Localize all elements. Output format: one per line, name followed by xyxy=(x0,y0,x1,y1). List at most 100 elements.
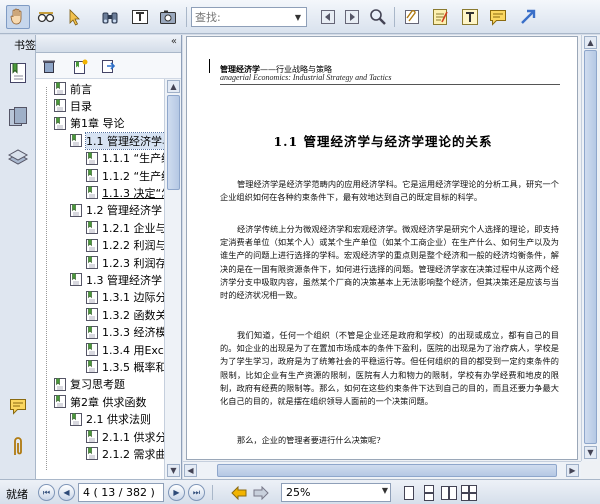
bookmark-item[interactable]: 1.2.2 利润与利 xyxy=(86,237,164,254)
snapshot-button[interactable] xyxy=(156,5,180,29)
bookmark-item[interactable]: 2.1 供求法则 xyxy=(70,411,151,428)
facing-view-button[interactable] xyxy=(440,484,458,501)
hand-icon xyxy=(10,8,22,25)
delete-bookmark-button[interactable] xyxy=(39,57,59,75)
header-rule xyxy=(220,84,560,85)
bookmark-icon xyxy=(86,151,98,165)
continuous-facing-view-button[interactable] xyxy=(460,484,478,501)
status-text: 就绪 xyxy=(6,488,28,501)
bookmark-item[interactable]: 2.1.2 需求曲线 xyxy=(86,445,164,462)
bookmark-item[interactable]: 2.1.1 供求分析 xyxy=(86,428,164,445)
scroll-right-arrow[interactable]: ▶ xyxy=(566,464,579,477)
bookmarks-tab[interactable] xyxy=(6,61,30,85)
paragraph-2: 经济学传统上分为微观经济学和宏观经济学。微观经济学是研究个人选择的理论，即支持定… xyxy=(220,224,559,301)
bookmark-label: 1.3.4 用Excel xyxy=(102,343,164,357)
continuous-page-icon xyxy=(424,484,434,501)
chevron-down-icon[interactable]: ▼ xyxy=(291,9,305,25)
bookmark-toolbar xyxy=(36,53,181,79)
search-previous-button[interactable] xyxy=(316,5,340,29)
layers-tab[interactable] xyxy=(6,145,30,169)
attachments-icon xyxy=(14,437,22,455)
scroll-down-arrow[interactable]: ▼ xyxy=(584,446,597,459)
scroll-up-arrow[interactable]: ▲ xyxy=(584,36,597,49)
bookmark-item[interactable]: 1.3.3 经济模型 xyxy=(86,324,164,341)
search-input[interactable] xyxy=(192,8,292,26)
attach-icon xyxy=(405,10,419,24)
reading-mode-button[interactable] xyxy=(34,5,58,29)
bookmark-item[interactable]: 1.2.3 利润存在 xyxy=(86,254,164,271)
bookmark-icon xyxy=(86,256,98,269)
text-box-icon xyxy=(462,9,478,25)
bookmark-item[interactable]: 1.3 管理经济学 xyxy=(70,271,162,288)
go-back-button[interactable] xyxy=(230,484,248,501)
search-results-button[interactable] xyxy=(366,5,390,29)
scroll-thumb[interactable] xyxy=(167,95,180,190)
bookmark-icon xyxy=(86,238,98,252)
paragraph-1: 管理经济学是经济学范畴内的应用经济学科。它是运用经济学理论的分析工具，研究一个企… xyxy=(220,179,559,203)
document-vertical-scrollbar[interactable]: ▲ ▼ xyxy=(581,35,598,461)
scroll-up-arrow[interactable]: ▲ xyxy=(167,80,180,93)
attachments-tab[interactable] xyxy=(6,435,30,459)
go-to-bookmark-button[interactable] xyxy=(98,57,118,75)
bookmark-label: 1.3.2 函数关系 xyxy=(102,308,164,322)
bookmark-label: 1.1.1 “生产经 xyxy=(102,152,164,166)
comment-button[interactable] xyxy=(486,5,510,29)
bookmark-item[interactable]: 1.3.2 函数关系 xyxy=(86,306,164,323)
bookmark-label: 1.2 管理经济学 xyxy=(86,204,162,218)
bookmark-label: 1.1.2 “生产经 xyxy=(102,169,164,183)
pages-tab[interactable] xyxy=(6,105,30,129)
next-page-button[interactable]: ▶ xyxy=(168,484,185,501)
go-forward-button[interactable] xyxy=(252,484,270,501)
new-bookmark-icon xyxy=(74,59,88,74)
bookmark-item[interactable]: 1.1 管理经济学与 xyxy=(70,131,164,150)
last-page-button[interactable]: ⏭ xyxy=(188,484,205,501)
first-page-button[interactable]: ⏮ xyxy=(38,484,55,501)
bookmark-scrollbar[interactable]: ▲ ▼ xyxy=(164,79,181,479)
page-number-field[interactable]: 4 ( 13 / 382 ) xyxy=(78,483,164,502)
search-combobox[interactable]: ▼ xyxy=(191,7,307,27)
single-page-view-button[interactable] xyxy=(400,484,418,501)
bookmark-item[interactable]: 前言 xyxy=(54,80,92,97)
paragraph-4: 那么，企业的管理者要进行什么决策呢? xyxy=(237,435,381,445)
bookmark-icon xyxy=(54,99,66,113)
continuous-view-button[interactable] xyxy=(420,484,438,501)
hand-tool-button[interactable] xyxy=(6,5,30,29)
note-button[interactable] xyxy=(428,5,452,29)
arrow-tool-button[interactable] xyxy=(516,5,540,29)
bookmark-item[interactable]: 第1章 导论 xyxy=(54,115,125,132)
bookmark-label: 1.3 管理经济学 xyxy=(86,273,162,287)
bookmark-item[interactable]: 复习思考题 xyxy=(54,376,125,393)
new-bookmark-button[interactable] xyxy=(70,57,90,75)
find-button[interactable] xyxy=(98,5,122,29)
bookmark-item[interactable]: 1.1.1 “生产经 xyxy=(86,150,164,167)
zoom-combobox[interactable]: 25% ▼ xyxy=(281,483,391,502)
bookmark-item[interactable]: 第2章 供求函数 xyxy=(54,393,147,410)
bookmark-item[interactable]: 1.1.3 决定“怎 xyxy=(86,184,164,201)
bookmark-item[interactable]: 目录 xyxy=(54,97,92,114)
binoculars-icon xyxy=(102,12,118,24)
comments-tab[interactable] xyxy=(6,395,30,419)
bookmark-item[interactable]: 1.2.1 企业与企 xyxy=(86,219,164,236)
text-box-button[interactable] xyxy=(458,5,482,29)
scroll-down-arrow[interactable]: ▼ xyxy=(167,464,180,477)
select-tool-button[interactable] xyxy=(62,5,86,29)
bookmark-item[interactable]: 1.2 管理经济学 xyxy=(70,202,162,219)
scroll-thumb[interactable] xyxy=(217,464,557,477)
text-select-button[interactable] xyxy=(128,5,152,29)
last-page-icon: ⏭ xyxy=(192,487,201,497)
bookmark-item[interactable]: 1.3.4 用Excel xyxy=(86,341,164,358)
document-horizontal-scrollbar[interactable]: ◀ ▶ xyxy=(183,461,581,478)
search-next-button[interactable] xyxy=(340,5,364,29)
attach-file-button[interactable] xyxy=(400,5,424,29)
scroll-left-arrow[interactable]: ◀ xyxy=(184,464,197,477)
bookmark-item[interactable]: 1.3.5 概率和时 xyxy=(86,358,164,375)
bookmark-item[interactable]: 1.1.2 “生产经 xyxy=(86,167,164,184)
bookmark-icon xyxy=(54,377,66,391)
collapse-panel-button[interactable]: « xyxy=(171,36,177,47)
bookmark-item[interactable]: 1.3.1 边际分析 xyxy=(86,289,164,306)
bookmark-icon xyxy=(86,447,98,461)
forward-arrow-icon xyxy=(253,485,269,500)
chevron-down-icon[interactable]: ▼ xyxy=(382,486,388,495)
scroll-thumb[interactable] xyxy=(584,50,597,444)
previous-page-button[interactable]: ◀ xyxy=(58,484,75,501)
